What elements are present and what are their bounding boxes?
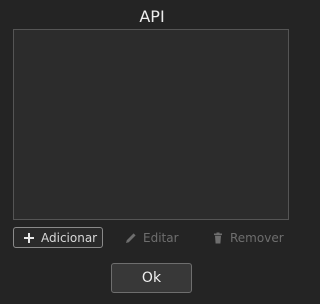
plus-icon	[23, 232, 35, 244]
api-dialog: API Adicionar Editar Remover Ok	[0, 0, 304, 304]
trash-icon	[212, 232, 224, 244]
edit-button[interactable]: Editar	[125, 227, 185, 248]
remove-button[interactable]: Remover	[212, 227, 292, 248]
dialog-title: API	[139, 7, 165, 26]
add-button[interactable]: Adicionar	[13, 227, 103, 248]
api-list[interactable]	[13, 29, 289, 220]
ok-button[interactable]: Ok	[111, 263, 192, 293]
remove-button-label: Remover	[230, 230, 284, 245]
add-button-label: Adicionar	[41, 230, 98, 245]
pencil-icon	[125, 232, 137, 244]
edit-button-label: Editar	[143, 230, 179, 245]
